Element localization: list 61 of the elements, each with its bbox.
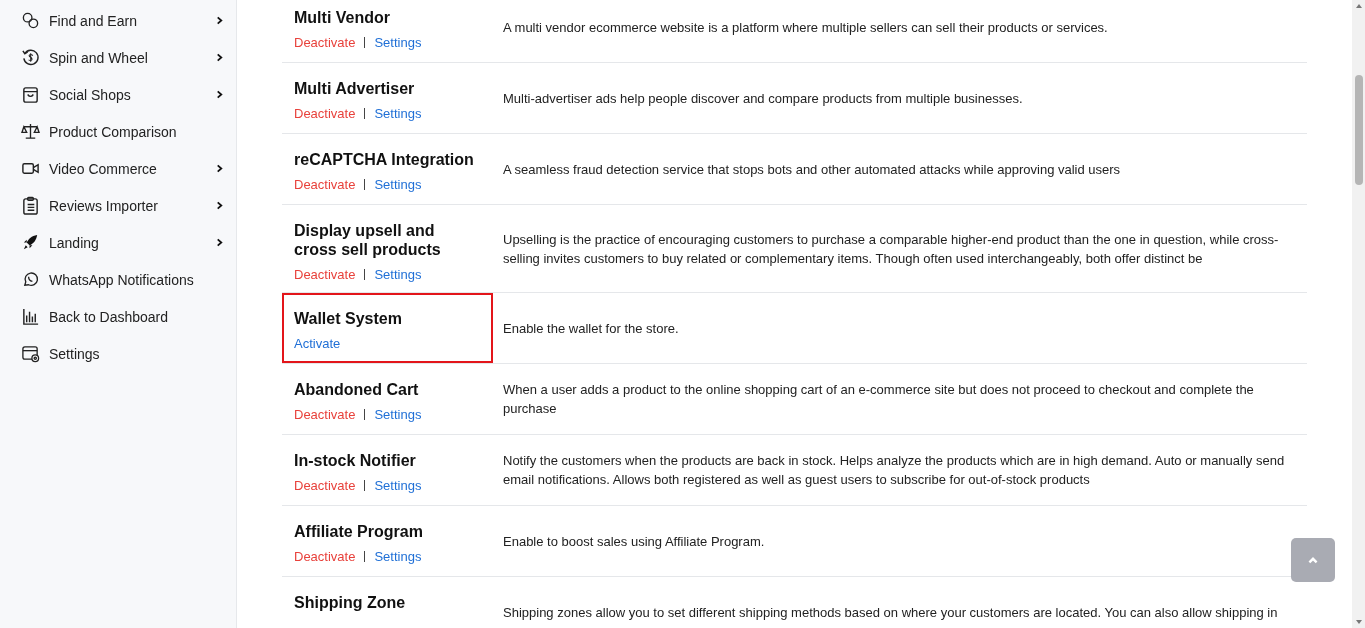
sidebar-item[interactable]: Landing: [0, 224, 236, 261]
action-link[interactable]: Deactivate: [294, 267, 356, 282]
action-link[interactable]: Settings: [374, 407, 422, 422]
module-name: Affiliate Program: [294, 522, 424, 541]
action-link[interactable]: Deactivate: [294, 106, 356, 121]
back-to-top-button[interactable]: [1291, 538, 1335, 582]
action-link[interactable]: Deactivate: [294, 177, 356, 192]
sidebar-item[interactable]: Find and Earn: [0, 2, 236, 39]
module-description: A multi vendor ecommerce website is a platform where multiple sellers can sell their products or services.: [502, 18, 1109, 37]
module-description: Enable the wallet for the store.: [502, 319, 680, 338]
action-link[interactable]: Settings: [374, 549, 422, 564]
module-name: Multi Advertiser: [294, 79, 416, 98]
sidebar-item[interactable]: WhatsApp Notifications: [0, 261, 236, 298]
sidebar-item[interactable]: Reviews Importer: [0, 187, 236, 224]
module-description: Enable to boost sales using Affiliate Program.: [502, 532, 766, 551]
module-description: Notify the customers when the products are back in stock. Helps analyze the products which are in high demand. Auto or manually send email notifications. Allows both registered as well as guest users to subscribe for out-of-stock products: [502, 452, 1286, 489]
action-link[interactable]: Settings: [374, 35, 422, 50]
chevron-right-icon: [215, 53, 224, 62]
module-name: In-stock Notifier: [294, 451, 417, 470]
rocket-icon: [21, 233, 40, 252]
module-description: Multi-advertiser ads help people discover and compare products from multiple businesses.: [502, 89, 1024, 108]
action-link[interactable]: Activate: [294, 336, 341, 351]
chevron-right-icon: [215, 201, 224, 210]
sidebar-item[interactable]: Spin and Wheel: [0, 39, 236, 76]
chevron-right-icon: [215, 164, 224, 173]
module-description: Upselling is the practice of encouraging customers to purchase a comparable higher-end product than the one in question, while cross-selling invites customers to buy related or complementary items. Though often used interchangeably, both offer distinct be: [502, 230, 1280, 268]
whatsapp-icon: [21, 270, 40, 289]
scrollbar-thumb[interactable]: [1354, 75, 1363, 185]
action-link[interactable]: Settings: [374, 478, 422, 493]
clipboard-icon: [21, 196, 40, 215]
browser-gear-icon: [21, 344, 40, 363]
shopping-bag-icon: [21, 85, 40, 104]
module-name: Wallet System: [294, 309, 403, 328]
bar-chart-icon: [21, 307, 40, 326]
chevron-right-icon: [215, 90, 224, 99]
action-link[interactable]: Deactivate: [294, 407, 356, 422]
scrollbar[interactable]: [1352, 0, 1365, 628]
sidebar-item[interactable]: Back to Dashboard: [0, 298, 236, 335]
dollar-refresh-icon: [21, 48, 40, 67]
sidebar-item[interactable]: Social Shops: [0, 76, 236, 113]
module-name: reCAPTCHA Integration: [294, 150, 475, 169]
module-name: Abandoned Cart: [294, 380, 420, 399]
action-link[interactable]: Settings: [374, 106, 422, 121]
chevron-right-icon: [215, 238, 224, 247]
action-link[interactable]: Settings: [374, 177, 422, 192]
action-link[interactable]: Deactivate: [294, 549, 356, 564]
sidebar-item[interactable]: Video Commerce: [0, 150, 236, 187]
module-description: Shipping zones allow you to set different shipping methods based on where your customers are located. You can also allow shipping in: [502, 603, 1279, 622]
scales-icon: [21, 122, 40, 141]
module-name: Shipping Zone: [294, 593, 407, 612]
action-link[interactable]: Settings: [374, 267, 422, 282]
sidebar-item[interactable]: Settings: [0, 335, 236, 372]
module-description: A seamless fraud detection service that stops bots and other automated attacks while approving valid users: [502, 160, 1122, 179]
action-link[interactable]: Deactivate: [294, 35, 356, 50]
module-name: Display upsell and cross sell products: [294, 221, 442, 259]
action-link[interactable]: Deactivate: [294, 478, 356, 493]
coins-icon: [21, 11, 40, 30]
module-description: When a user adds a product to the online shopping cart of an e-commerce site but does not proceed to checkout and complete the purchase: [502, 381, 1255, 418]
sidebar-item[interactable]: Product Comparison: [0, 113, 236, 150]
module-name: Multi Vendor: [294, 8, 391, 27]
chevron-right-icon: [215, 16, 224, 25]
